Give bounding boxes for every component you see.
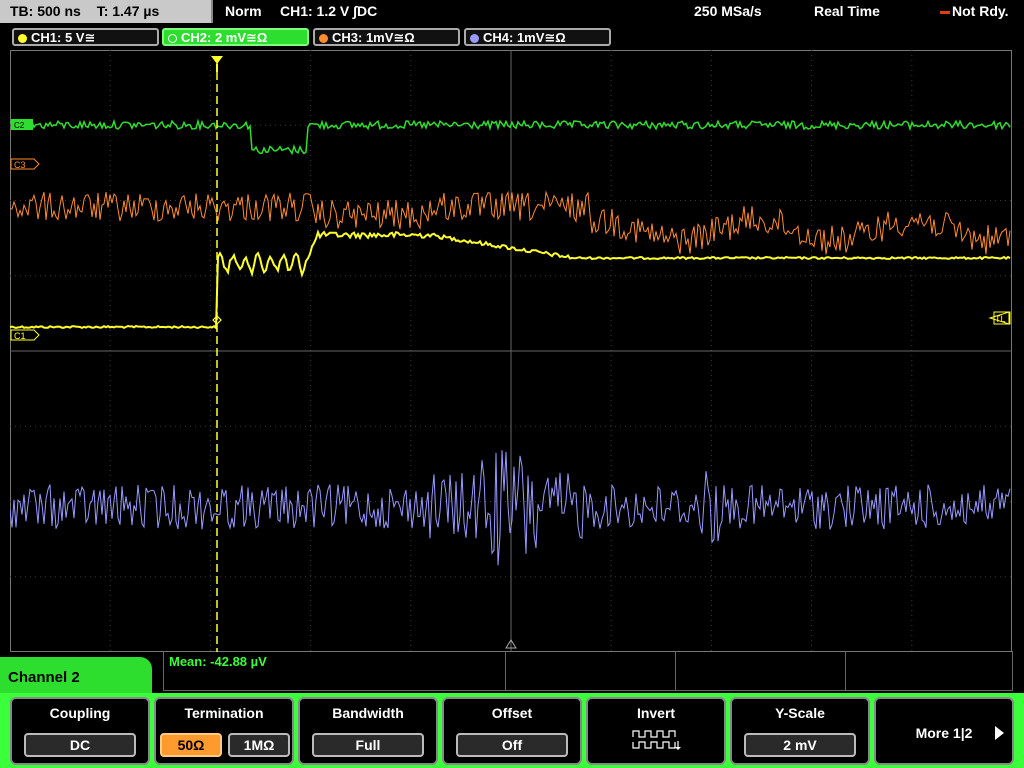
termination-key[interactable]: Termination 50Ω 1MΩ (154, 697, 294, 765)
c1-marker[interactable]: C1 (10, 329, 40, 341)
invert-icon (588, 729, 724, 756)
ch4-label: CH4: 1mV≅Ω (483, 30, 566, 45)
tab-ch3[interactable]: CH3: 1mV≅Ω (313, 28, 460, 46)
waveform-display[interactable]: C2 C3 C1 TL (10, 50, 1012, 652)
trigger-mode[interactable]: Norm (225, 0, 262, 23)
svg-text:TL: TL (995, 314, 1006, 324)
offset-key[interactable]: Offset Off (442, 697, 582, 765)
yscale-key[interactable]: Y-Scale 2 mV (730, 697, 870, 765)
ch3-color-icon (319, 34, 328, 43)
coupling-value[interactable]: DC (24, 733, 136, 757)
svg-text:C2: C2 (14, 121, 25, 130)
bandwidth-title: Bandwidth (332, 705, 404, 721)
offset-title: Offset (491, 705, 533, 721)
ch3-label: CH3: 1mV≅Ω (332, 30, 415, 45)
ch4-waveform (10, 450, 1011, 566)
tab-ch2[interactable]: CH2: 2 mV≅Ω (162, 28, 309, 46)
invert-title: Invert (636, 705, 676, 721)
bandwidth-key[interactable]: Bandwidth Full (298, 697, 438, 765)
tab-ch1[interactable]: CH1: 5 V≅ (12, 28, 159, 46)
coupling-key[interactable]: Coupling DC (10, 697, 150, 765)
measurement-panel (163, 651, 1013, 691)
ch1-label: CH1: 5 V≅ (31, 30, 96, 45)
ch1-waveform (10, 229, 1011, 331)
ch3-waveform (10, 190, 1011, 255)
yscale-title: Y-Scale (775, 705, 825, 721)
trigger-time-value: T: 1.47 µs (96, 3, 160, 19)
ch2-color-icon (168, 34, 177, 43)
more-title: More 1|2 (915, 725, 973, 741)
trigger-info[interactable]: CH1: 1.2 V ∫DC (280, 0, 377, 23)
yscale-value[interactable]: 2 mV (744, 733, 856, 757)
ch2-label: CH2: 2 mV≅Ω (181, 30, 268, 45)
ch4-color-icon (470, 34, 479, 43)
timebase-value: TB: 500 ns (10, 3, 81, 19)
ch2-waveform (10, 118, 1011, 156)
acquisition-mode: Real Time (814, 3, 880, 19)
sample-rate: 250 MSa/s (694, 3, 762, 19)
trigger-position-icon[interactable] (211, 56, 223, 64)
bandwidth-value[interactable]: Full (312, 733, 424, 757)
next-page-icon (995, 726, 1004, 740)
coupling-title: Coupling (49, 705, 111, 721)
svg-text:C1: C1 (14, 331, 26, 341)
termination-1mohm-button[interactable]: 1MΩ (228, 733, 290, 757)
offset-value[interactable]: Off (456, 733, 568, 757)
ch1-color-icon (18, 34, 27, 43)
c3-marker[interactable]: C3 (10, 158, 40, 170)
channel-bar: CH1: 5 V≅ CH2: 2 mV≅Ω CH3: 1mV≅Ω CH4: 1m… (0, 26, 1024, 48)
svg-text:C3: C3 (14, 160, 26, 170)
tab-ch4[interactable]: CH4: 1mV≅Ω (464, 28, 611, 46)
c2-marker[interactable]: C2 (11, 119, 33, 130)
more-key[interactable]: More 1|2 (874, 697, 1014, 765)
trigger-level-marker[interactable]: TL (988, 311, 1011, 325)
mean-measurement: Mean: -42.88 µV (169, 654, 267, 669)
termination-title: Termination (184, 705, 264, 721)
termination-50ohm-button[interactable]: 50Ω (160, 733, 222, 757)
status-text: Not Rdy. (940, 0, 1009, 23)
invert-key[interactable]: Invert (586, 697, 726, 765)
timebase-box[interactable]: TB: 500 ns T: 1.47 µs (0, 0, 213, 23)
status-bar: TB: 500 ns T: 1.47 µs Norm CH1: 1.2 V ∫D… (0, 0, 1024, 24)
